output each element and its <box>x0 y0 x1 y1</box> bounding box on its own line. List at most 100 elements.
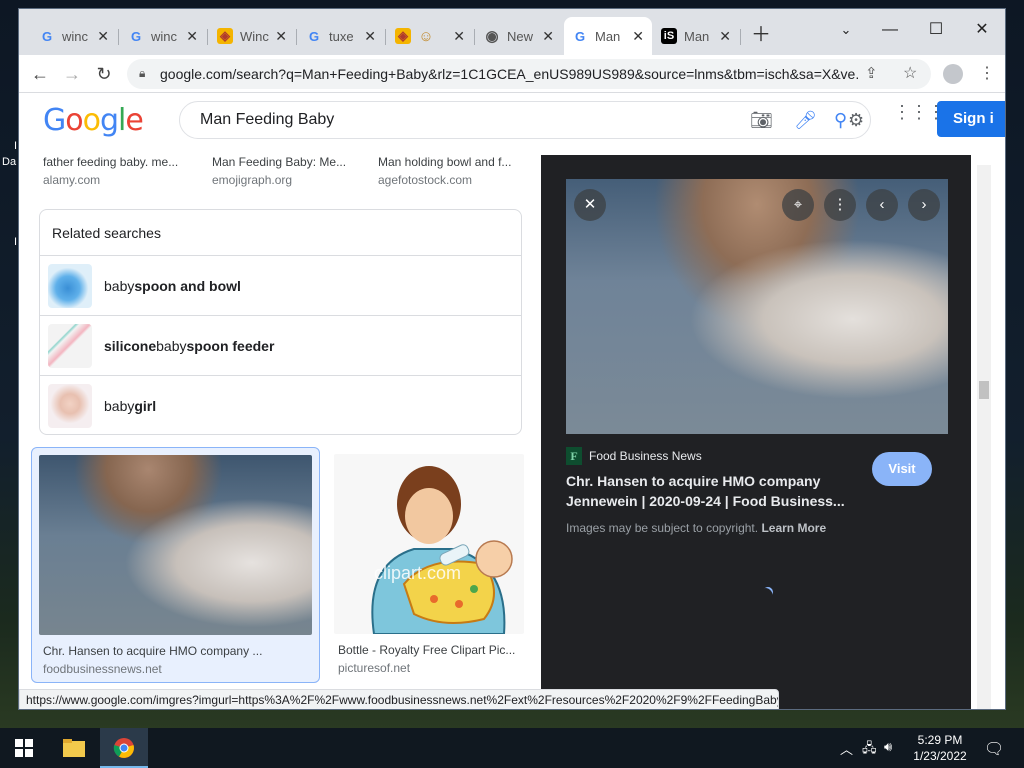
tab[interactable]: iS Man ✕ <box>653 21 739 51</box>
result-source: emojigraph.org <box>212 173 293 187</box>
search-input[interactable] <box>200 110 720 130</box>
tab-search-icon[interactable]: ⌄ <box>823 15 869 45</box>
address-bar[interactable]: 🔒︎ google.com/search?q=Man+Feeding+Baby&… <box>127 59 931 89</box>
sign-in-button[interactable]: Sign i <box>937 101 1005 137</box>
desktop-icon-label: Da <box>2 156 17 168</box>
url-text[interactable]: google.com/search?q=Man+Feeding+Baby&rlz… <box>160 66 860 82</box>
google-g-icon: G <box>308 28 320 44</box>
tab[interactable]: ◉ New ✕ <box>476 21 562 51</box>
image-preview-panel: ✕ ⌖ ⋮ ‹ › F Food Business News Chr. Hans… <box>541 155 971 709</box>
related-text-bold: silicone <box>104 337 157 354</box>
tab-title: Man <box>684 28 710 44</box>
preview-source[interactable]: F Food Business News <box>566 447 702 465</box>
new-tab-button[interactable]: ＋ <box>749 23 773 47</box>
close-icon[interactable]: ✕ <box>97 28 109 45</box>
related-text-bold: girl <box>134 398 157 414</box>
forward-arrow-icon[interactable]: → <box>59 61 85 87</box>
close-icon[interactable]: ✕ <box>364 28 376 45</box>
close-icon[interactable]: ✕ <box>542 28 554 45</box>
result-source: alamy.com <box>43 173 101 187</box>
istock-logo-icon: iS <box>661 28 677 44</box>
related-text-bold: spoon feeder <box>186 337 275 354</box>
related-text-bold: spoon and bowl <box>134 277 241 294</box>
start-button[interactable] <box>0 728 48 768</box>
back-arrow-icon[interactable]: ← <box>27 61 53 87</box>
related-search-item[interactable]: baby spoon and bowl <box>40 256 521 316</box>
tab[interactable]: G winc ✕ <box>31 21 117 51</box>
close-icon[interactable]: ✕ <box>186 28 198 45</box>
search-box[interactable]: 📷︎ 🎤︎ ⚲ ⚙ <box>179 101 871 139</box>
taskbar: ︿ 🖧︎ 🔊︎ 5:29 PM 1/23/2022 🗨︎ <box>0 728 1024 768</box>
share-icon[interactable]: ⇪ <box>865 64 878 82</box>
close-icon[interactable]: ✕ <box>453 28 465 45</box>
folder-icon <box>63 739 85 757</box>
volume-icon[interactable]: 🔊︎ <box>884 739 892 755</box>
microphone-icon[interactable]: 🎤︎ <box>794 110 817 131</box>
more-options-icon[interactable]: ⋮ <box>824 189 856 221</box>
close-icon[interactable]: ✕ <box>632 28 644 45</box>
settings-gear-icon[interactable]: ⚙ <box>848 110 864 131</box>
close-icon[interactable]: ✕ <box>719 28 731 45</box>
tab-divider <box>740 29 741 45</box>
profile-avatar-icon[interactable] <box>943 64 963 84</box>
loading-spinner-icon <box>760 584 776 600</box>
vertical-scrollbar[interactable] <box>977 165 991 709</box>
tab-active[interactable]: G Man ✕ <box>564 17 652 55</box>
tab-divider <box>207 29 208 45</box>
chevron-right-icon[interactable]: › <box>908 189 940 221</box>
reload-icon[interactable]: ↻ <box>91 61 117 87</box>
tab[interactable]: G winc ✕ <box>120 21 206 51</box>
close-icon[interactable]: ✕ <box>574 189 606 221</box>
search-icon[interactable]: ⚲ <box>834 110 847 131</box>
learn-more-link[interactable]: Learn More <box>761 521 826 535</box>
visit-button[interactable]: Visit <box>872 452 932 486</box>
tab[interactable]: G tuxe ✕ <box>298 21 384 51</box>
chevron-left-icon[interactable]: ‹ <box>866 189 898 221</box>
maximize-icon[interactable]: ☐ <box>913 15 959 45</box>
result-caption[interactable]: father feeding baby. me... alamy.com <box>43 155 193 187</box>
camera-icon[interactable]: 📷︎ <box>750 110 773 131</box>
chrome-taskbar-button[interactable] <box>100 728 148 768</box>
related-search-item[interactable]: baby girl <box>40 376 521 436</box>
result-image[interactable]: clipart.com <box>334 454 524 634</box>
tab[interactable]: ◈ ☺ ✕ <box>387 21 473 51</box>
google-logo[interactable]: Google <box>43 103 144 138</box>
bookmark-star-icon[interactable]: ☆ <box>903 63 917 83</box>
image-result[interactable]: clipart.com Bottle - Royalty Free Clipar… <box>327 447 527 683</box>
related-text: baby <box>156 337 187 354</box>
close-icon[interactable]: ✕ <box>275 28 287 45</box>
related-search-item[interactable]: silicone baby spoon feeder <box>40 316 521 376</box>
result-caption[interactable]: Man holding bowl and f... agefotostock.c… <box>378 155 528 187</box>
tab-title: Man <box>595 28 621 44</box>
result-image[interactable] <box>39 455 312 635</box>
chevron-up-icon[interactable]: ︿ <box>840 739 853 758</box>
lens-search-icon[interactable]: ⌖ <box>782 189 814 221</box>
desktop-icon-label: I <box>14 236 18 248</box>
clipart-watermark: clipart.com <box>374 563 461 583</box>
scrollbar-thumb[interactable] <box>979 381 989 399</box>
preview-title[interactable]: Chr. Hansen to acquire HMO company Jenne… <box>566 471 866 511</box>
file-explorer-button[interactable] <box>50 728 98 768</box>
source-favicon-icon: F <box>566 447 582 465</box>
result-caption[interactable]: Man Feeding Baby: Me... emojigraph.org <box>212 155 362 187</box>
lock-icon: 🔒︎ <box>139 66 146 80</box>
tab[interactable]: ◈ Winc ✕ <box>209 21 295 51</box>
copyright-notice: Images may be subject to copyright. Lear… <box>566 521 826 535</box>
related-text: baby <box>104 277 135 294</box>
tab-title: winc <box>62 28 89 44</box>
close-window-icon[interactable]: ✕ <box>959 15 1005 45</box>
kebab-menu-icon[interactable]: ⋮ <box>979 63 995 83</box>
result-title: father feeding baby. me... <box>43 155 179 169</box>
minimize-icon[interactable]: — <box>867 15 913 45</box>
image-result-selected[interactable]: Chr. Hansen to acquire HMO company ... f… <box>31 447 320 683</box>
network-icon[interactable]: 🖧︎ <box>862 739 877 761</box>
tab-strip: G winc ✕ G winc ✕ ◈ Winc ✕ G tuxe ✕ ◈ ☺ … <box>19 9 1005 55</box>
result-title: Man holding bowl and f... <box>378 155 512 169</box>
notifications-icon[interactable]: 🗨︎ <box>984 739 1004 759</box>
chrome-icon <box>113 738 134 758</box>
tab-title: winc <box>151 28 178 44</box>
system-clock[interactable]: 5:29 PM 1/23/2022 <box>910 732 970 764</box>
google-g-icon: G <box>41 28 53 44</box>
result-source: foodbusinessnews.net <box>43 662 162 676</box>
related-thumbnail <box>48 384 92 428</box>
